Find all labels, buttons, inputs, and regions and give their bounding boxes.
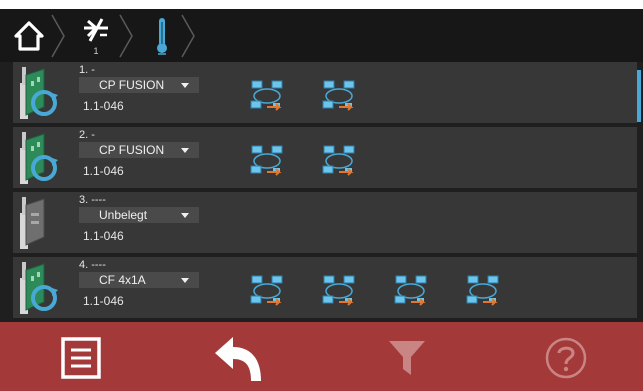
filter-icon [389, 341, 425, 375]
network-card-icon [20, 67, 58, 119]
scrollbar-thumb[interactable] [637, 70, 641, 122]
breadcrumb-separator [51, 14, 65, 58]
module-version: 1.1-046 [83, 294, 124, 308]
device-screen: 1 1. - CP FUSION 1.1-046 2. - CP FUSION … [0, 9, 643, 391]
dropdown-caret-icon [181, 278, 189, 283]
network-ring-icon[interactable] [321, 77, 357, 113]
controller-off-icon [84, 18, 108, 42]
list-item[interactable]: 1. - CP FUSION 1.1-046 [13, 62, 637, 123]
breadcrumb-controller-count: 1 [93, 46, 99, 56]
filter-button[interactable] [384, 335, 430, 381]
breadcrumb-separator [181, 14, 195, 58]
module-number: 3. ---- [79, 194, 106, 206]
list-item[interactable]: 2. - CP FUSION 1.1-046 [13, 127, 637, 188]
empty-card-icon [20, 197, 45, 249]
help-icon [545, 337, 587, 379]
network-card-icon [20, 262, 58, 314]
module-type-value: Unbelegt [99, 208, 148, 222]
module-type-select[interactable]: Unbelegt [79, 207, 199, 223]
network-card-icon [20, 132, 58, 184]
module-type-select[interactable]: CP FUSION [79, 142, 199, 158]
module-version: 1.1-046 [83, 164, 124, 178]
module-version: 1.1-046 [83, 229, 124, 243]
breadcrumb-controller[interactable]: 1 [70, 9, 120, 62]
network-ring-icon[interactable] [465, 272, 501, 308]
module-type-select[interactable]: CP FUSION [79, 77, 199, 93]
network-ring-icon[interactable] [249, 142, 285, 178]
network-ring-icon[interactable] [249, 272, 285, 308]
module-version: 1.1-046 [83, 99, 124, 113]
network-ring-icon[interactable] [321, 142, 357, 178]
menu-button[interactable] [58, 335, 104, 381]
footer-toolbar [0, 322, 643, 391]
list-item[interactable]: 4. ---- CF 4x1A 1.1-046 [13, 257, 637, 318]
breadcrumb-separator [119, 14, 133, 58]
dropdown-caret-icon [181, 213, 189, 218]
module-number: 2. - [79, 129, 95, 141]
dropdown-caret-icon [181, 148, 189, 153]
menu-list-icon [61, 337, 101, 379]
module-type-select[interactable]: CF 4x1A [79, 272, 199, 288]
network-ring-icon[interactable] [249, 77, 285, 113]
module-type-value: CP FUSION [99, 143, 165, 157]
network-ring-icon[interactable] [321, 272, 357, 308]
home-icon [14, 21, 44, 51]
back-button[interactable] [215, 335, 261, 381]
module-type-value: CP FUSION [99, 78, 165, 92]
breadcrumb-home[interactable] [10, 9, 50, 62]
module-list[interactable]: 1. - CP FUSION 1.1-046 2. - CP FUSION 1.… [0, 62, 643, 320]
dropdown-caret-icon [181, 83, 189, 88]
module-number: 4. ---- [79, 259, 106, 271]
list-item[interactable]: 3. ---- Unbelegt 1.1-046 [13, 192, 637, 253]
help-button[interactable] [543, 335, 589, 381]
breadcrumb: 1 [0, 9, 643, 62]
thermometer-icon [157, 18, 167, 55]
module-number: 1. - [79, 64, 95, 76]
network-ring-icon[interactable] [393, 272, 429, 308]
module-type-value: CF 4x1A [99, 273, 146, 287]
back-arrow-icon [215, 337, 261, 381]
breadcrumb-sensor[interactable] [140, 9, 180, 62]
